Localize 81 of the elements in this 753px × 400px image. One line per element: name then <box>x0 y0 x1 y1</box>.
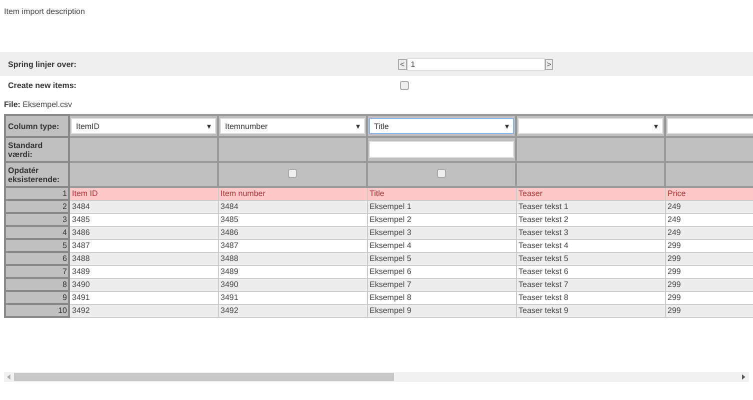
table-cell: 299 <box>665 304 753 317</box>
table-cell: 3485 <box>69 213 218 226</box>
row-number: 5 <box>5 239 69 252</box>
column-header: Price <box>665 187 753 200</box>
table-cell: 299 <box>665 252 753 265</box>
table-cell: 3492 <box>69 304 218 317</box>
column-header: Teaser <box>516 187 665 200</box>
table-cell: Teaser tekst 9 <box>516 304 665 317</box>
file-name: File: Eksempel.csv <box>3 99 74 111</box>
create-items-checkbox[interactable] <box>400 80 409 90</box>
table-cell: 3491 <box>69 291 218 304</box>
decrement-button[interactable]: < <box>398 58 407 70</box>
table-cell: 3488 <box>218 252 367 265</box>
table-cell: 3485 <box>218 213 367 226</box>
table-cell: 3487 <box>218 239 367 252</box>
table-cell: Teaser tekst 1 <box>516 200 665 213</box>
create-items-label: Create new items: <box>7 80 78 90</box>
table-cell: Eksempel 3 <box>367 226 516 239</box>
scroll-right-icon[interactable] <box>742 374 746 380</box>
column-type-select[interactable]: Itemnumber ▾ <box>220 118 365 134</box>
table-cell: 3484 <box>69 200 218 213</box>
table-cell: 249 <box>665 200 753 213</box>
row-number: 9 <box>5 291 69 304</box>
scroll-left-icon[interactable] <box>7 374 11 380</box>
skip-lines-field[interactable]: 1 <box>406 58 545 70</box>
table-cell: 3489 <box>69 265 218 278</box>
table-cell: 299 <box>665 265 753 278</box>
table-cell: 299 <box>665 278 753 291</box>
column-header: Item number <box>218 187 367 200</box>
table-cell: 3492 <box>218 304 367 317</box>
row-label: Opdatér eksisterende: <box>5 162 69 187</box>
horizontal-scrollbar[interactable] <box>4 372 749 382</box>
table-cell: 3488 <box>69 252 218 265</box>
table-cell: Teaser tekst 7 <box>516 278 665 291</box>
table-cell: 3491 <box>218 291 367 304</box>
table-cell: Teaser tekst 2 <box>516 213 665 226</box>
table-cell: 3486 <box>69 226 218 239</box>
default-value-field[interactable] <box>369 141 514 158</box>
table-cell: 3490 <box>69 278 218 291</box>
update-checkbox[interactable] <box>288 169 297 178</box>
table-cell: Eksempel 9 <box>367 304 516 317</box>
table-cell: Teaser tekst 5 <box>516 252 665 265</box>
table-cell: Eksempel 2 <box>367 213 516 226</box>
table-cell: Teaser tekst 8 <box>516 291 665 304</box>
column-type-select[interactable]: ItemID ▾ <box>71 118 216 134</box>
table-cell: Teaser tekst 6 <box>516 265 665 278</box>
row-number: 6 <box>5 252 69 265</box>
row-number: 4 <box>5 226 69 239</box>
table-cell: Teaser tekst 3 <box>516 226 665 239</box>
column-type-select[interactable]: Title ▾ <box>369 118 514 134</box>
row-number: 2 <box>5 200 69 213</box>
scrollbar-thumb[interactable] <box>14 373 394 381</box>
skip-lines-label: Spring linjer over: <box>7 60 78 68</box>
row-number: 7 <box>5 265 69 278</box>
table-cell: 3484 <box>218 200 367 213</box>
row-number: 8 <box>5 278 69 291</box>
row-number: 3 <box>5 213 69 226</box>
row-label: Standard værdi: <box>5 137 69 162</box>
table-cell: Eksempel 4 <box>367 239 516 252</box>
row-number: 10 <box>5 304 69 317</box>
table-cell: Eksempel 6 <box>367 265 516 278</box>
update-checkbox[interactable] <box>437 169 446 178</box>
row-label: Column type: <box>5 115 69 137</box>
table-cell: Eksempel 5 <box>367 252 516 265</box>
table-cell: 249 <box>665 213 753 226</box>
page-description: Item import description <box>3 6 86 18</box>
column-header: Title <box>367 187 516 200</box>
table-cell: 299 <box>665 239 753 252</box>
table-cell: Eksempel 1 <box>367 200 516 213</box>
column-type-select[interactable]: ▾ <box>518 118 663 134</box>
table-cell: Eksempel 7 <box>367 278 516 291</box>
table-cell: 3487 <box>69 239 218 252</box>
column-header: Item ID <box>69 187 218 200</box>
table-cell: 249 <box>665 226 753 239</box>
table-cell: 3486 <box>218 226 367 239</box>
table-cell: 3490 <box>218 278 367 291</box>
table-cell: Eksempel 8 <box>367 291 516 304</box>
table-cell: 299 <box>665 291 753 304</box>
table-cell: 3489 <box>218 265 367 278</box>
table-cell: Teaser tekst 4 <box>516 239 665 252</box>
row-number: 1 <box>5 187 69 200</box>
